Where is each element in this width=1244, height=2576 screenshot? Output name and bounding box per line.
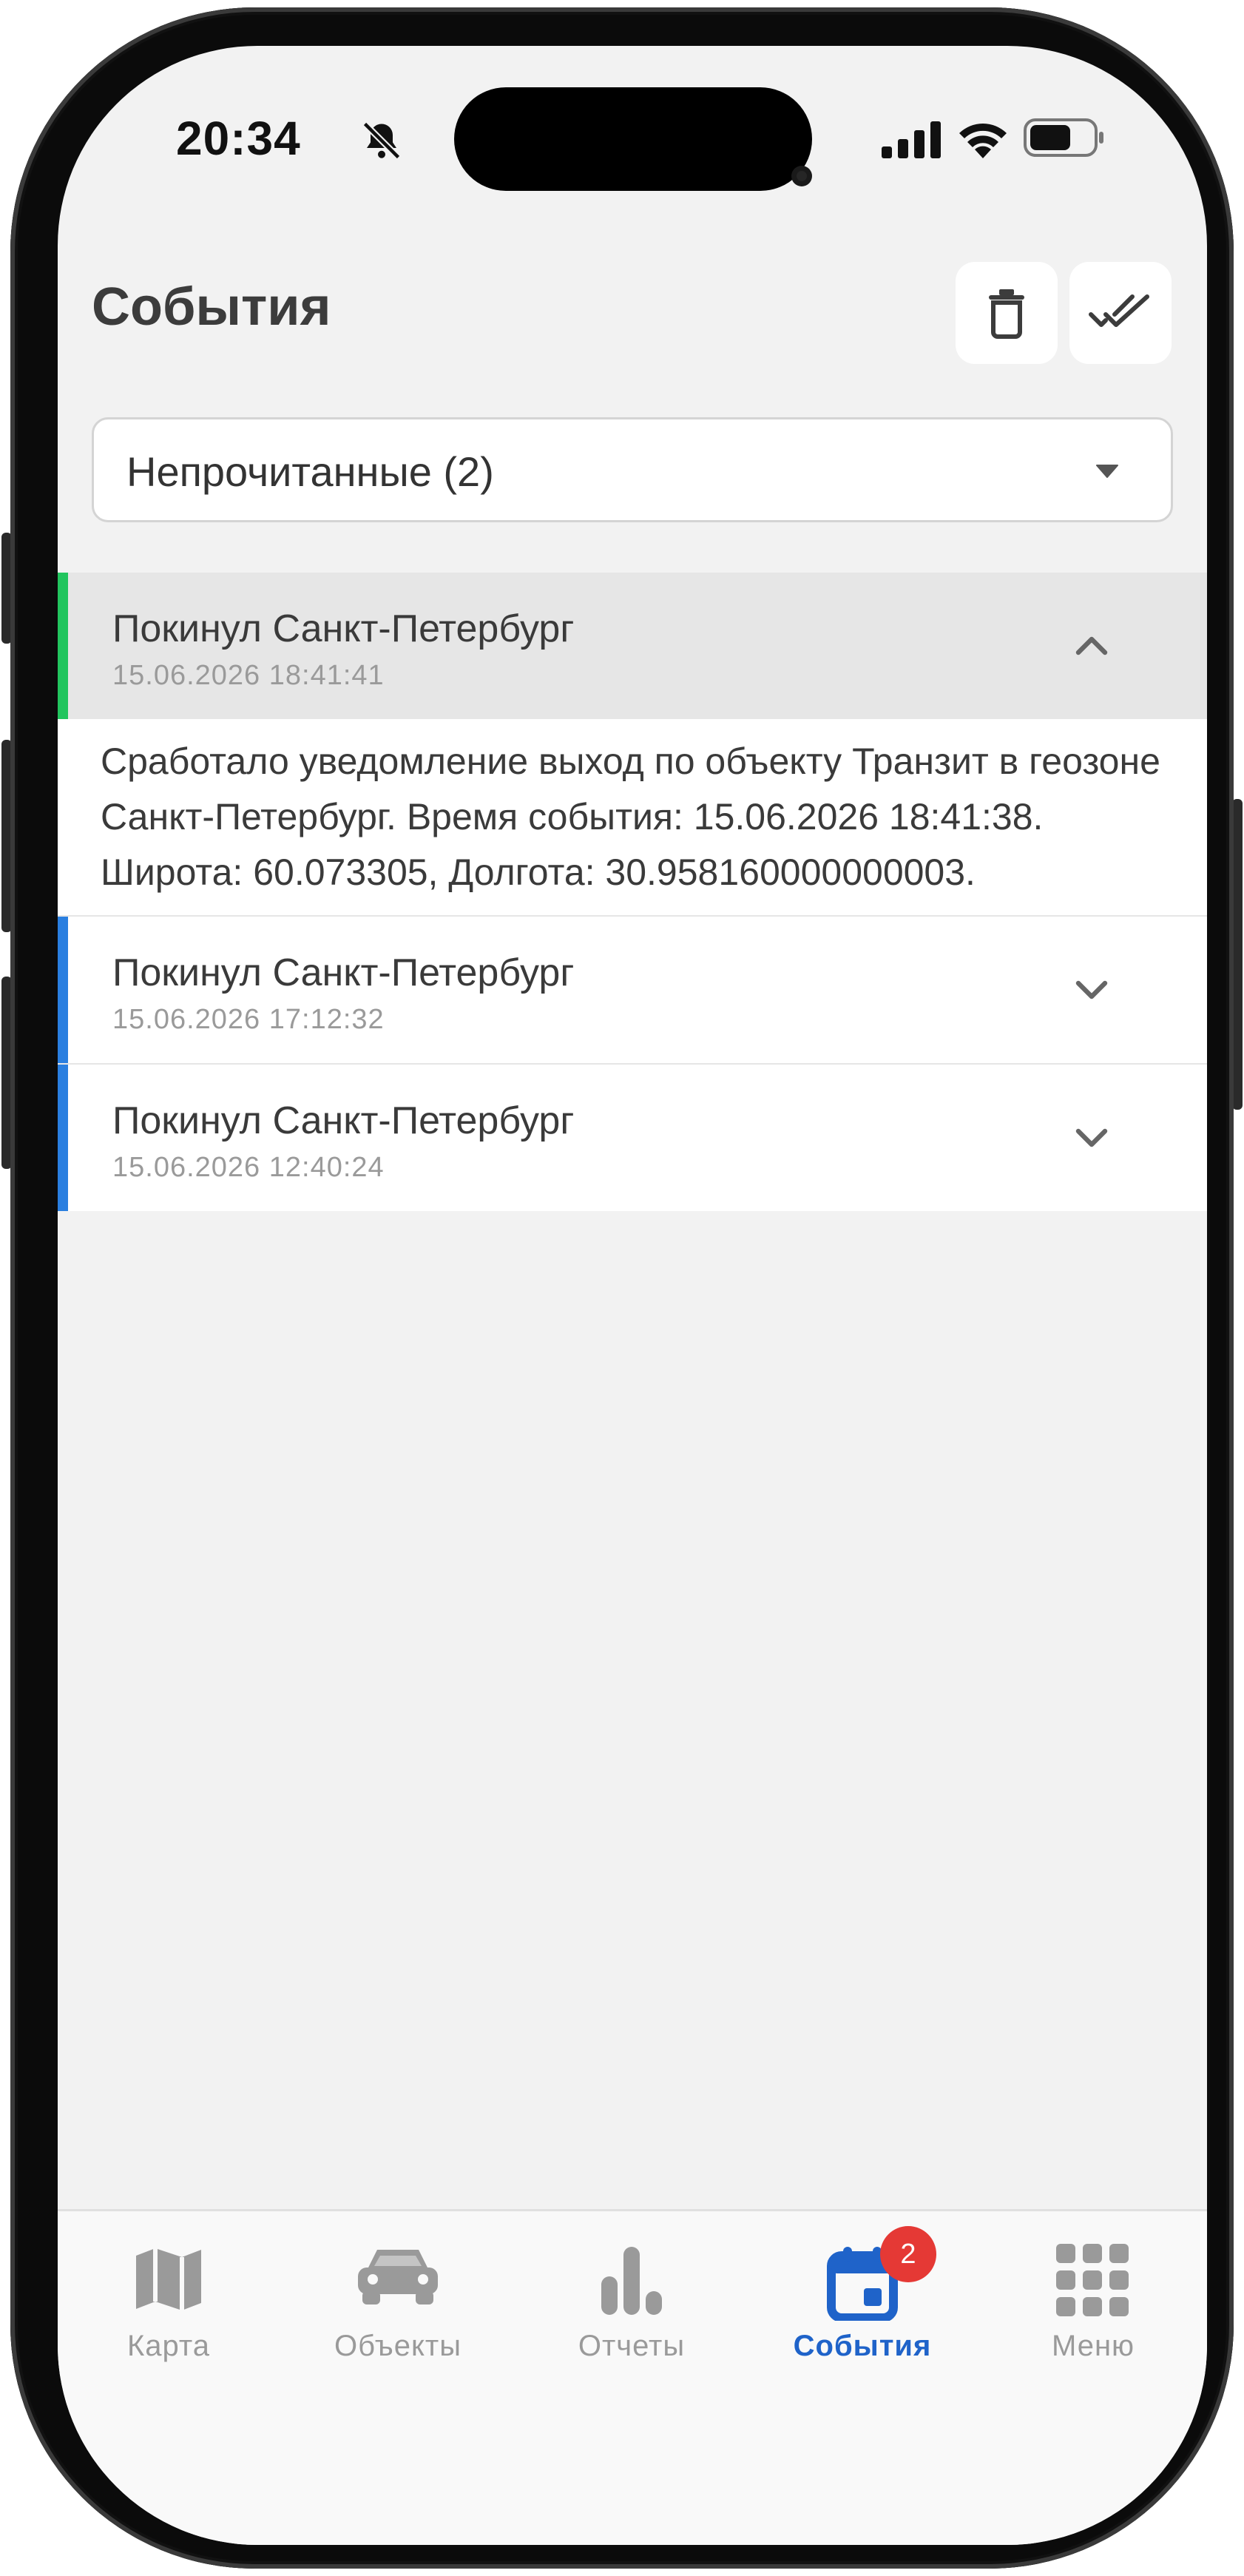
event-item[interactable]: Покинул Санкт-Петербург 15.06.2026 18:41… (58, 573, 1207, 719)
filter-selected-value: Непрочитанные (2) (126, 448, 494, 495)
event-accent-bar (58, 917, 68, 1063)
status-time: 20:34 (176, 112, 301, 165)
tab-label: Объекты (334, 2330, 462, 2362)
signal-icon (882, 121, 941, 158)
chevron-up-icon[interactable] (1071, 624, 1112, 666)
tab-label: Отчеты (578, 2330, 686, 2362)
tab-label: Карта (126, 2330, 211, 2362)
tab-label: События (793, 2330, 932, 2362)
power-button (1232, 799, 1243, 1110)
events-list: Покинул Санкт-Петербург 15.06.2026 18:41… (58, 573, 1207, 1211)
event-item[interactable]: Покинул Санкт-Петербург 15.06.2026 17:12… (58, 917, 1207, 1063)
event-details: Сработало уведомление выход по объекту Т… (58, 719, 1207, 917)
chevron-down-icon[interactable] (1071, 1116, 1112, 1158)
event-title: Покинул Санкт-Петербург (112, 1099, 575, 1142)
caret-down-icon (1096, 465, 1118, 478)
bar-chart-icon (601, 2247, 662, 2315)
event-item[interactable]: Покинул Санкт-Петербург 15.06.2026 12:40… (58, 1065, 1207, 1211)
trash-icon (989, 289, 1024, 339)
event-title: Покинул Санкт-Петербург (112, 607, 575, 650)
wifi-icon (959, 124, 1007, 158)
grid-icon (1056, 2244, 1129, 2316)
tab-bar: Карта Объекты Отчеты 2 События Меню (58, 2209, 1207, 2545)
event-date: 15.06.2026 18:41:41 (112, 660, 385, 691)
double-check-icon (1089, 294, 1149, 327)
page-title: События (92, 277, 331, 337)
tab-objects[interactable]: Объекты (287, 2211, 509, 2374)
battery-icon (1024, 118, 1103, 157)
mark-all-read-button[interactable] (1069, 262, 1172, 364)
delete-button[interactable] (956, 262, 1058, 364)
dynamic-island (454, 87, 812, 191)
chevron-down-icon[interactable] (1071, 968, 1112, 1010)
event-title: Покинул Санкт-Петербург (112, 951, 575, 994)
bell-slash-icon (362, 121, 401, 160)
event-accent-bar (58, 573, 68, 719)
event-date: 15.06.2026 12:40:24 (112, 1152, 385, 1183)
event-date: 15.06.2026 17:12:32 (112, 1004, 385, 1035)
phone-frame: 20:34 События Непрочитанные (2) Покинул … (10, 7, 1234, 2569)
tab-events[interactable]: 2 События (751, 2211, 973, 2374)
screen: 20:34 События Непрочитанные (2) Покинул … (58, 46, 1207, 2545)
filter-select[interactable]: Непрочитанные (2) (92, 417, 1173, 522)
tab-menu[interactable]: Меню (982, 2211, 1204, 2374)
tab-map[interactable]: Карта (58, 2211, 280, 2374)
event-accent-bar (58, 1065, 68, 1211)
events-badge: 2 (880, 2226, 936, 2282)
car-icon (358, 2250, 438, 2304)
tab-label: Меню (1051, 2330, 1135, 2362)
camera-lens-icon (791, 166, 812, 186)
map-icon (136, 2248, 201, 2310)
tab-reports[interactable]: Отчеты (521, 2211, 743, 2374)
